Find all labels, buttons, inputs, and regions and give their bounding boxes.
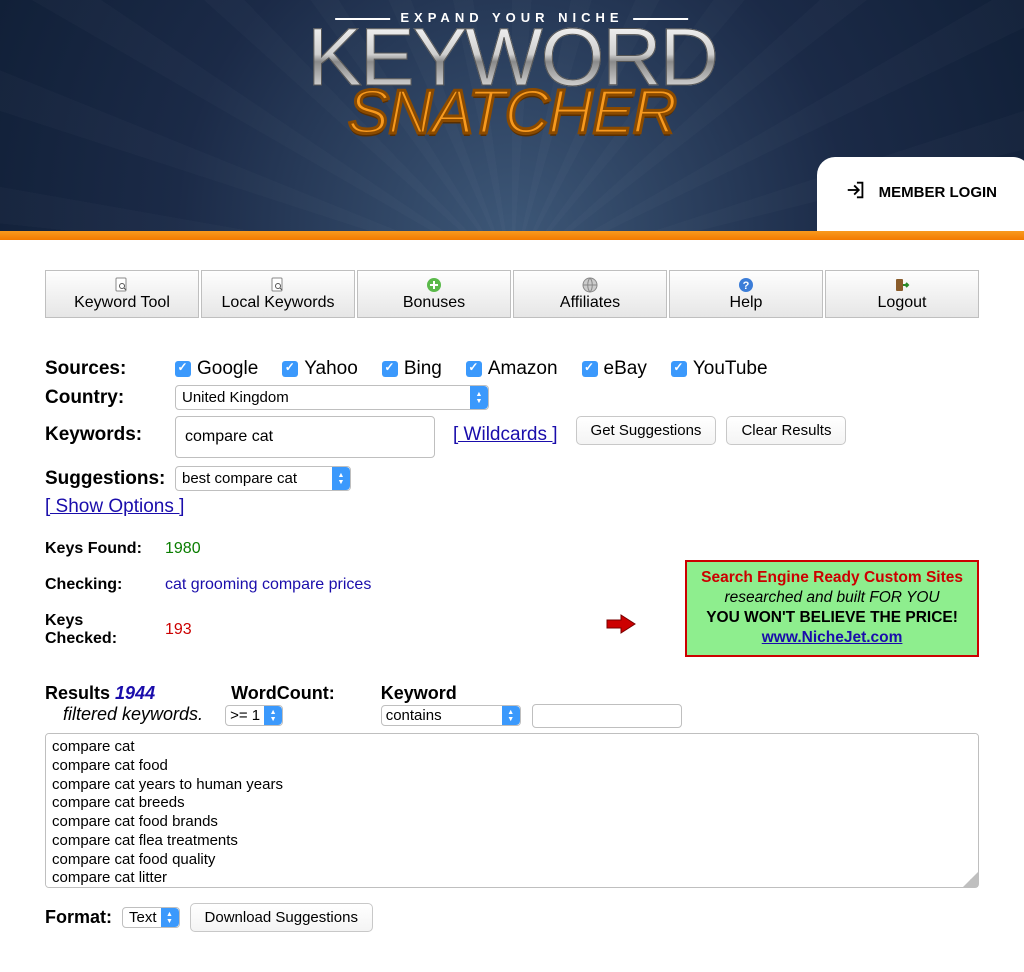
- promo-line2: researched and built FOR YOU: [701, 588, 963, 608]
- country-label: Country:: [45, 387, 175, 409]
- results-textarea[interactable]: [45, 733, 979, 888]
- nav-logout[interactable]: Logout: [825, 270, 979, 318]
- chevron-updown-icon: ▲▼: [470, 386, 488, 409]
- main-panel: Sources: Google Yahoo Bing Amazon eBay Y…: [45, 358, 979, 932]
- source-yahoo-checkbox[interactable]: Yahoo: [282, 358, 358, 380]
- sources-row: Sources: Google Yahoo Bing Amazon eBay Y…: [45, 358, 979, 380]
- svg-text:?: ?: [743, 280, 750, 292]
- results-count: 1944: [115, 683, 155, 703]
- keywords-row: Keywords: [ Wildcards ] Get Suggestions …: [45, 416, 979, 458]
- logo-title-keyword: KEYWORD: [307, 21, 717, 95]
- wordcount-select[interactable]: >= 1 ▲▼: [225, 705, 283, 726]
- search-doc-icon: [270, 277, 286, 293]
- results-label: Results: [45, 683, 110, 703]
- show-options-link[interactable]: [ Show Options ]: [45, 496, 184, 517]
- nav-keyword-tool[interactable]: Keyword Tool: [45, 270, 199, 318]
- checking-value: cat grooming compare prices: [165, 576, 371, 594]
- format-select[interactable]: Text ▲▼: [122, 907, 180, 928]
- nav-label: Logout: [878, 294, 927, 311]
- promo-box[interactable]: Search Engine Ready Custom Sites researc…: [685, 560, 979, 657]
- keys-found-value: 1980: [165, 540, 201, 558]
- keyword-filter-label: Keyword: [381, 683, 457, 703]
- clear-results-button[interactable]: Clear Results: [726, 416, 846, 445]
- country-row: Country: United Kingdom ▲▼: [45, 385, 979, 410]
- nav-label: Bonuses: [403, 294, 465, 311]
- keywords-label: Keywords:: [45, 424, 175, 446]
- keywords-input[interactable]: [175, 416, 435, 458]
- nav-local-keywords[interactable]: Local Keywords: [201, 270, 355, 318]
- promo-line3: YOU WON'T BELIEVE THE PRICE!: [701, 608, 963, 628]
- keyword-filter-input[interactable]: [532, 704, 682, 728]
- get-suggestions-button[interactable]: Get Suggestions: [576, 416, 717, 445]
- source-youtube-checkbox[interactable]: YouTube: [671, 358, 768, 380]
- logout-icon: [894, 277, 910, 293]
- globe-icon: [582, 277, 598, 293]
- sources-label: Sources:: [45, 358, 175, 380]
- search-doc-icon: [114, 277, 130, 293]
- country-select[interactable]: United Kingdom ▲▼: [175, 385, 489, 410]
- chevron-updown-icon: ▲▼: [332, 467, 350, 490]
- source-bing-checkbox[interactable]: Bing: [382, 358, 442, 380]
- chevron-updown-icon: ▲▼: [502, 706, 520, 725]
- results-header: Results 1944 filtered keywords. WordCoun…: [45, 683, 979, 728]
- keys-found-label: Keys Found:: [45, 540, 165, 558]
- wildcards-link[interactable]: [ Wildcards ]: [453, 424, 558, 446]
- arrow-right-icon: [605, 613, 637, 635]
- promo-link[interactable]: www.NicheJet.com: [762, 629, 903, 646]
- member-login-tab[interactable]: MEMBER LOGIN: [817, 157, 1024, 231]
- orange-divider: [0, 231, 1024, 240]
- suggestions-select[interactable]: best compare cat ▲▼: [175, 466, 351, 491]
- format-label: Format:: [45, 907, 112, 928]
- nav-help[interactable]: ? Help: [669, 270, 823, 318]
- nav-affiliates[interactable]: Affiliates: [513, 270, 667, 318]
- keyword-filter-mode-select[interactable]: contains ▲▼: [381, 705, 521, 726]
- nav-label: Help: [730, 294, 763, 311]
- promo-line1: Search Engine Ready Custom Sites: [701, 568, 963, 588]
- plus-circle-icon: [426, 277, 442, 293]
- member-login-label: MEMBER LOGIN: [879, 184, 997, 201]
- login-icon: [845, 179, 867, 205]
- nav-label: Local Keywords: [222, 294, 335, 311]
- status-block: Keys Found: 1980 Checking: cat grooming …: [45, 540, 979, 665]
- main-nav: Keyword Tool Local Keywords Bonuses Affi…: [45, 270, 979, 318]
- nav-label: Keyword Tool: [74, 294, 170, 311]
- page-header: EXPAND YOUR NICHE KEYWORD SNATCHER MEMBE…: [0, 0, 1024, 231]
- keys-checked-label: KeysChecked:: [45, 612, 165, 647]
- format-row: Format: Text ▲▼ Download Suggestions: [45, 903, 979, 932]
- suggestions-label: Suggestions:: [45, 468, 175, 490]
- suggestions-value: best compare cat: [182, 470, 297, 487]
- keys-checked-value: 193: [165, 621, 192, 639]
- chevron-updown-icon: ▲▼: [161, 908, 179, 927]
- checking-label: Checking:: [45, 576, 165, 594]
- country-value: United Kingdom: [182, 389, 289, 406]
- chevron-updown-icon: ▲▼: [264, 706, 282, 725]
- nav-label: Affiliates: [560, 294, 620, 311]
- logo: EXPAND YOUR NICHE KEYWORD SNATCHER: [307, 10, 717, 139]
- suggestions-row: Suggestions: best compare cat ▲▼: [45, 466, 979, 491]
- status-table: Keys Found: 1980 Checking: cat grooming …: [45, 540, 371, 665]
- source-google-checkbox[interactable]: Google: [175, 358, 258, 380]
- source-ebay-checkbox[interactable]: eBay: [582, 358, 647, 380]
- filtered-label: filtered keywords.: [63, 704, 203, 724]
- source-amazon-checkbox[interactable]: Amazon: [466, 358, 558, 380]
- download-suggestions-button[interactable]: Download Suggestions: [190, 903, 373, 932]
- wordcount-label: WordCount:: [231, 683, 335, 703]
- nav-bonuses[interactable]: Bonuses: [357, 270, 511, 318]
- help-icon: ?: [738, 277, 754, 293]
